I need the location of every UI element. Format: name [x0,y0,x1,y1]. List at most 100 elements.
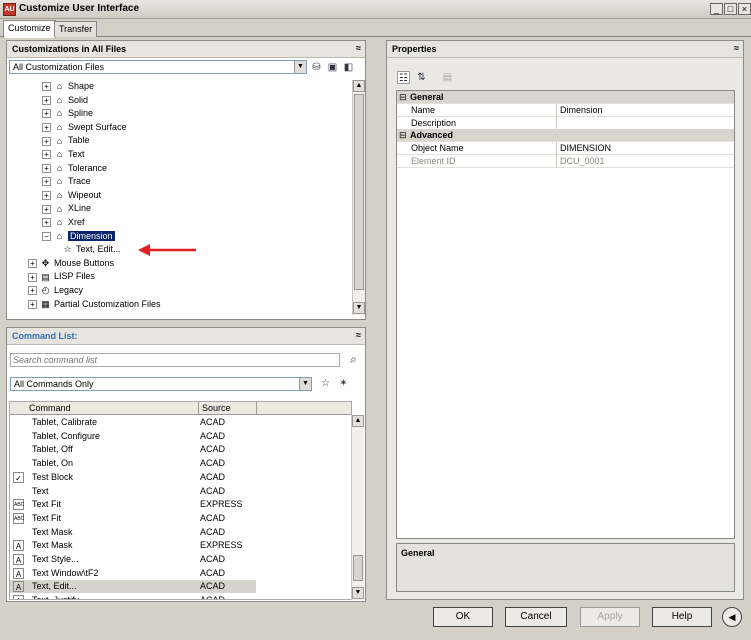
property-category[interactable]: ⊟ General [397,91,734,104]
column-source[interactable]: Source [202,403,231,413]
expand-node-icon[interactable]: + [28,286,37,296]
find-command-icon[interactable]: ☆ [319,377,332,390]
collapse-node-icon[interactable]: − [42,231,51,241]
table-row[interactable]: Tablet, Calibrate ACAD [10,416,256,429]
command-scroll-thumb[interactable] [353,555,363,581]
tree-item[interactable]: + ⌂ Table [42,134,90,147]
tree-item[interactable]: + ⌂ Shape [42,80,94,93]
property-pages-icon[interactable]: ▤ [441,71,454,84]
maximize-button[interactable]: □ [724,3,737,15]
property-row[interactable]: Description [397,116,734,130]
tree-item[interactable]: + ◴ Legacy [28,284,83,297]
command-filter-select[interactable]: All Commands Only ▼ [10,377,312,391]
sort-alphabetical-icon[interactable]: ⇅ [415,71,428,84]
collapse-icon[interactable]: ≈ [734,43,739,53]
scroll-up-icon[interactable]: ▲ [352,415,364,427]
minimize-button[interactable]: _ [710,3,723,15]
table-row[interactable]: Tablet, On ACAD [10,457,256,470]
command-icon [13,458,24,469]
expand-node-icon[interactable]: + [42,95,51,105]
tree-item[interactable]: + ⌂ Swept Surface [42,121,127,134]
command-name: Text Window\tF2 [32,567,99,578]
property-value[interactable]: Dimension [558,104,603,117]
table-row[interactable]: Tablet, Configure ACAD [10,430,256,443]
tree-item[interactable]: + ⌂ Wipeout [42,189,101,202]
table-row[interactable]: A Text, Edit... ACAD [10,580,256,594]
tree-item[interactable]: + ⌂ Text [42,148,85,161]
command-name: Tablet, On [32,458,74,469]
expand-node-icon[interactable]: + [42,82,51,92]
table-row[interactable]: Text Mask ACAD [10,526,256,539]
column-command[interactable]: Command [29,403,71,413]
expand-node-icon[interactable]: + [42,163,51,173]
tree-item[interactable]: + ⌂ Tolerance [42,162,107,175]
tree-item[interactable]: + ▤ LISP Files [28,270,95,283]
collapse-node-icon[interactable]: ⊟ [399,91,407,104]
collapse-node-icon[interactable]: ⊟ [399,129,407,142]
property-value[interactable]: DIMENSION [558,142,611,155]
property-category[interactable]: ⊟ Advanced [397,129,734,143]
scroll-down-icon[interactable]: ▼ [353,302,365,314]
expand-node-icon[interactable]: + [28,258,37,268]
categorized-icon[interactable]: ☷ [397,71,410,84]
property-row[interactable]: Name Dimension [397,103,734,117]
close-button[interactable]: × [738,3,751,15]
table-row[interactable]: Text ACAD [10,485,256,498]
table-row[interactable]: ✓ Test Block ACAD [10,471,256,484]
customization-tree: + ⌂ Shape + ⌂ Solid + ⌂ Spline + ⌂ Swept Surface + ⌂ T… [7,80,345,315]
expand-node-icon[interactable]: + [42,218,51,228]
table-row[interactable]: A Text, Justify ACAD [10,594,256,599]
table-row[interactable]: A Text Style... ACAD [10,553,256,566]
property-row[interactable]: Element ID DCU_0001 [397,155,734,168]
tree-item[interactable]: + ⌂ Spline [42,107,93,120]
command-search-input[interactable] [10,353,340,367]
cancel-button[interactable]: Cancel [505,607,567,627]
apply-button[interactable]: Apply [580,607,640,627]
tab-transfer[interactable]: Transfer [54,21,98,37]
expand-node-icon[interactable]: + [42,177,51,187]
expand-node-icon[interactable]: + [28,299,37,309]
table-row[interactable]: ABC Text Fit ACAD [10,512,256,525]
ok-button[interactable]: OK [433,607,493,627]
expand-node-icon[interactable]: + [42,190,51,200]
table-row[interactable]: ABC Text Fit EXPRESS [10,498,256,511]
expand-node-icon[interactable]: + [42,109,51,119]
tree-item-label: Text, Edit... [76,244,121,255]
tab-customize[interactable]: Customize [3,20,56,38]
expand-node-icon[interactable]: + [42,204,51,214]
collapse-icon[interactable]: ≈ [356,43,361,53]
tree-item[interactable]: + ✥ Mouse Buttons [28,257,114,270]
expand-node-icon[interactable]: + [28,272,37,282]
search-icon[interactable]: ⌕ [347,353,360,366]
expand-node-icon[interactable]: + [42,136,51,146]
tree-item[interactable]: + ⌂ XLine [42,202,91,215]
tree-item[interactable]: + ⌂ Trace [42,175,91,188]
customization-file-select[interactable]: All Customization Files ▼ [9,60,307,74]
scroll-down-icon[interactable]: ▼ [352,587,364,599]
table-row[interactable]: A Text Window\tF2 ACAD [10,567,256,580]
expand-node-icon[interactable]: + [42,122,51,132]
mouse-icon: ⌂ [56,135,63,146]
tree-item[interactable]: + ⌂ Xref [42,216,85,229]
save-as-icon[interactable]: ◧ [342,61,355,74]
expand-node-icon[interactable]: + [42,150,51,160]
command-scrollbar[interactable]: ▲ ▼ [351,415,364,600]
property-row[interactable]: Object Name DIMENSION [397,142,734,156]
tree-scroll-thumb[interactable] [354,94,364,290]
expand-collapse-icon[interactable]: ◀ [722,607,742,627]
save-icon[interactable]: ▣ [326,61,339,74]
tree-scrollbar[interactable]: ▲ ▼ [352,80,365,315]
tree-item[interactable]: ☆ Text, Edit... [62,243,121,256]
tree-item-label: Table [68,135,90,146]
collapse-icon[interactable]: ≈ [356,330,361,340]
new-command-icon[interactable]: ✶ [337,377,350,390]
tree-item[interactable]: + ▦ Partial Customization Files [28,298,161,311]
tree-item[interactable]: − ⌂ Dimension [42,230,115,243]
table-row[interactable]: A Text Mask EXPRESS [10,539,256,552]
tree-item[interactable]: + ⌂ Solid [42,94,88,107]
open-file-icon[interactable]: ⛁ [310,61,323,74]
tree-item-label: Solid [68,94,89,105]
help-button[interactable]: Help [652,607,712,627]
table-row[interactable]: Tablet, Off ACAD [10,443,256,456]
scroll-up-icon[interactable]: ▲ [353,80,365,92]
